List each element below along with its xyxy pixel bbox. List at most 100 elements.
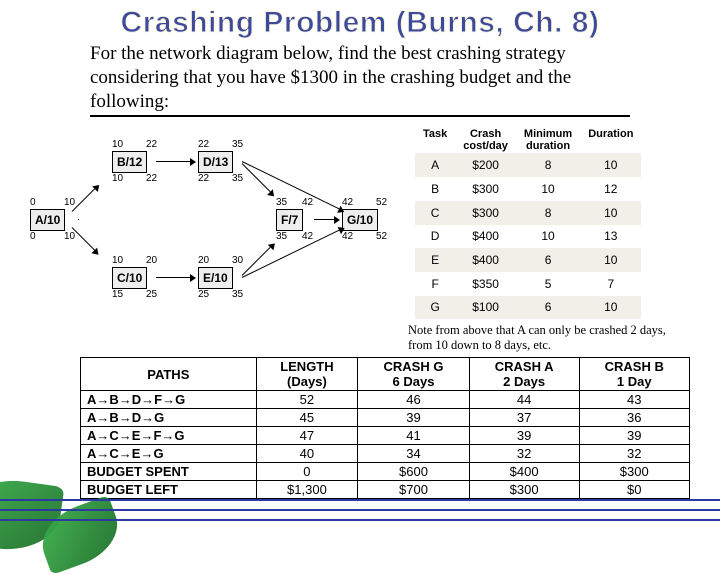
budget-value: $600 — [358, 463, 470, 481]
node-c: C/10 — [112, 267, 147, 289]
task-cell: 13 — [580, 225, 641, 249]
path-value: 39 — [358, 409, 470, 427]
edge-a-c — [72, 227, 95, 250]
e-es: 20 — [198, 255, 209, 266]
task-cell: 7 — [580, 272, 641, 296]
path-label: A→C→E→F→G — [81, 427, 257, 445]
c-ef: 20 — [146, 255, 157, 266]
b-ef: 22 — [146, 139, 157, 150]
node-g: G/10 — [342, 209, 378, 231]
task-cell: 10 — [580, 296, 641, 320]
path-label: A→B→D→G — [81, 409, 257, 427]
task-table: Task Crashcost/day Minimumduration Durat… — [415, 127, 641, 319]
budget-label: BUDGET LEFT — [81, 481, 257, 499]
th-crash-cost: Crashcost/day — [455, 127, 516, 153]
budget-value: $700 — [358, 481, 470, 499]
e-ef: 30 — [232, 255, 243, 266]
c-ls: 15 — [112, 289, 123, 300]
task-cell: 10 — [516, 177, 580, 201]
task-cell: F — [415, 272, 455, 296]
task-cell: D — [415, 225, 455, 249]
c-es: 10 — [112, 255, 123, 266]
a-lf: 10 — [64, 231, 75, 242]
stripe — [0, 509, 720, 516]
task-cell: 8 — [516, 201, 580, 225]
edge-a-b — [72, 189, 95, 212]
f-ls: 35 — [276, 231, 287, 242]
edge-e-g — [242, 230, 340, 278]
path-value: 37 — [469, 409, 579, 427]
task-cell: 10 — [580, 201, 641, 225]
th-dur: Duration — [580, 127, 641, 153]
path-value: 43 — [579, 391, 690, 409]
divider — [90, 115, 630, 117]
task-cell: 6 — [516, 248, 580, 272]
budget-value: $300 — [579, 463, 690, 481]
task-cell: $200 — [455, 153, 516, 177]
path-label: A→B→D→F→G — [81, 391, 257, 409]
stripe — [0, 519, 720, 526]
paths-table: PATHS LENGTH(Days) CRASH G6 Days CRASH A… — [80, 357, 690, 499]
task-cell: 8 — [516, 153, 580, 177]
f-ef: 42 — [302, 197, 313, 208]
task-cell: 10 — [580, 248, 641, 272]
node-b: B/12 — [112, 151, 147, 173]
task-cell: $100 — [455, 296, 516, 320]
f-lf: 42 — [302, 231, 313, 242]
path-value: 34 — [358, 445, 470, 463]
node-f: F/7 — [276, 209, 303, 231]
edge-b-d — [156, 161, 190, 162]
b-ls: 10 — [112, 173, 123, 184]
task-cell: 5 — [516, 272, 580, 296]
path-value: 41 — [358, 427, 470, 445]
th-min-dur: Minimumduration — [516, 127, 580, 153]
task-cell: $300 — [455, 177, 516, 201]
th-task: Task — [415, 127, 455, 153]
task-cell: 6 — [516, 296, 580, 320]
budget-value: 0 — [256, 463, 358, 481]
task-cell: G — [415, 296, 455, 320]
node-a: A/10 — [30, 209, 65, 231]
task-cell: C — [415, 201, 455, 225]
d-es: 22 — [198, 139, 209, 150]
edge-e-f — [242, 247, 271, 276]
task-cell: 10 — [580, 153, 641, 177]
path-value: 39 — [579, 427, 690, 445]
path-value: 39 — [469, 427, 579, 445]
task-cell: 10 — [516, 225, 580, 249]
e-lf: 35 — [232, 289, 243, 300]
task-cell: $300 — [455, 201, 516, 225]
c-lf: 25 — [146, 289, 157, 300]
path-value: 32 — [469, 445, 579, 463]
task-cell: $350 — [455, 272, 516, 296]
th-crash-b: CRASH B1 Day — [579, 358, 690, 391]
budget-value: $300 — [469, 481, 579, 499]
network-diagram: A/10 0 10 0 10 B/12 10 22 10 22 C/10 10 … — [20, 127, 405, 319]
g-lf: 52 — [376, 231, 387, 242]
stripe — [0, 499, 720, 506]
d-ef: 35 — [232, 139, 243, 150]
edge-f-g — [314, 219, 334, 220]
th-crash-g: CRASH G6 Days — [358, 358, 470, 391]
path-value: 45 — [256, 409, 358, 427]
task-cell: $400 — [455, 248, 516, 272]
path-value: 40 — [256, 445, 358, 463]
budget-value: $0 — [579, 481, 690, 499]
edge-d-g — [242, 161, 340, 209]
f-es: 35 — [276, 197, 287, 208]
task-cell: 12 — [580, 177, 641, 201]
task-cell: $400 — [455, 225, 516, 249]
path-value: 47 — [256, 427, 358, 445]
b-lf: 22 — [146, 173, 157, 184]
node-e: E/10 — [198, 267, 233, 289]
th-length: LENGTH(Days) — [256, 358, 358, 391]
mid-section: A/10 0 10 0 10 B/12 10 22 10 22 C/10 10 … — [20, 127, 700, 319]
budget-label: BUDGET SPENT — [81, 463, 257, 481]
task-cell: A — [415, 153, 455, 177]
task-cell: E — [415, 248, 455, 272]
budget-value: $400 — [469, 463, 579, 481]
page-title: Crashing Problem (Burns, Ch. 8) — [0, 0, 720, 40]
note-text: Note from above that A can only be crash… — [0, 323, 690, 353]
path-value: 46 — [358, 391, 470, 409]
th-crash-a: CRASH A2 Days — [469, 358, 579, 391]
